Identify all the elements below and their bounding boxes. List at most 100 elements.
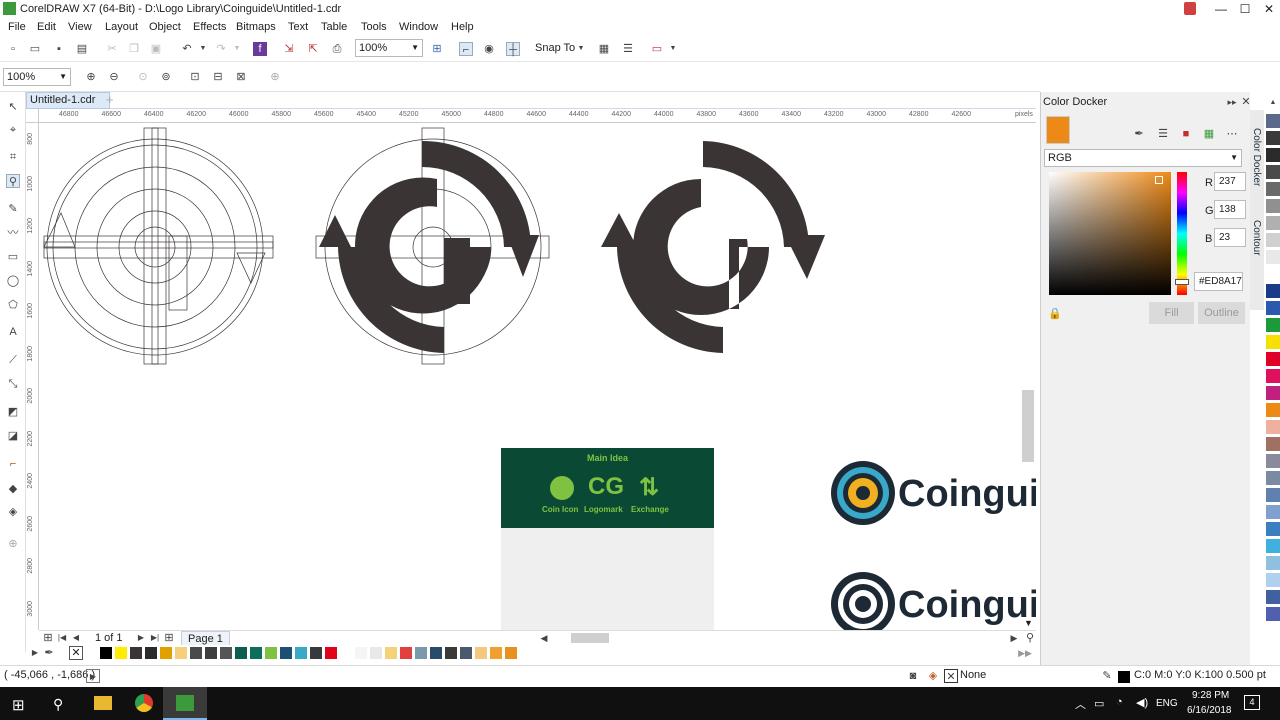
palette-swatch[interactable] bbox=[1266, 403, 1280, 417]
undo-dropdown-icon[interactable]: ▼ bbox=[196, 42, 210, 56]
menu-text[interactable]: Text bbox=[288, 21, 308, 33]
palette-swatch[interactable] bbox=[444, 646, 458, 660]
cut-icon[interactable]: ✂ bbox=[105, 42, 119, 56]
maximize-button[interactable]: ☐ bbox=[1232, 0, 1258, 18]
color-docker-tab[interactable]: Color Docker bbox=[1251, 128, 1262, 186]
next-page-icon[interactable]: ▶ bbox=[134, 631, 148, 645]
publish-pdf-icon[interactable]: ⎙ bbox=[330, 42, 344, 56]
new-document-icon[interactable]: ▫ bbox=[6, 42, 20, 56]
color-sliders-icon[interactable]: ☰ bbox=[1156, 127, 1170, 141]
palette-swatch[interactable] bbox=[1266, 573, 1280, 587]
menu-view[interactable]: View bbox=[68, 21, 92, 33]
smart-fill-tool-icon[interactable]: ◈ bbox=[6, 505, 20, 519]
palette-swatch[interactable] bbox=[1266, 505, 1280, 519]
clock-time[interactable]: 9:28 PM bbox=[1192, 690, 1229, 701]
zoom-level-select[interactable]: 100% ▼ bbox=[355, 39, 423, 57]
palette-swatch[interactable] bbox=[1266, 488, 1280, 502]
document-tab[interactable]: Untitled-1.cdr bbox=[26, 92, 110, 109]
color-eyedropper-tool-icon[interactable]: ⌐ bbox=[6, 457, 20, 471]
no-fill-swatch-icon[interactable]: ✕ bbox=[944, 669, 958, 683]
outline-pen-icon[interactable]: ✎ bbox=[1100, 669, 1114, 683]
pick-tool-icon[interactable]: ↖ bbox=[6, 100, 20, 114]
palette-swatch[interactable] bbox=[99, 646, 113, 660]
add-tool-icon[interactable]: ⊕ bbox=[6, 537, 20, 551]
palette-swatch[interactable] bbox=[1266, 522, 1280, 536]
navigator-zoom-icon[interactable]: ⚲ bbox=[1023, 631, 1037, 645]
color-model-select[interactable]: RGB ▼ bbox=[1044, 149, 1242, 167]
picker-handle[interactable] bbox=[1155, 176, 1163, 184]
minimize-button[interactable]: — bbox=[1208, 0, 1234, 18]
windows-start-icon[interactable]: ⊞ bbox=[12, 696, 25, 714]
scroll-right-icon[interactable]: ▶ bbox=[1007, 631, 1021, 645]
last-page-icon[interactable]: ▶| bbox=[148, 631, 162, 645]
zoom-to-selected-icon[interactable]: ⊙ bbox=[136, 70, 150, 84]
palette-swatch[interactable] bbox=[1266, 199, 1280, 213]
r-input[interactable]: 237 bbox=[1214, 172, 1246, 191]
paste-icon[interactable]: ▣ bbox=[149, 42, 163, 56]
palette-swatch[interactable] bbox=[264, 646, 278, 660]
palette-swatch[interactable] bbox=[414, 646, 428, 660]
lock-icon[interactable]: 🔒 bbox=[1048, 307, 1062, 321]
palette-swatch[interactable] bbox=[1266, 301, 1280, 315]
palette-swatch[interactable] bbox=[1266, 437, 1280, 451]
palette-swatch[interactable] bbox=[189, 646, 203, 660]
palette-swatch[interactable] bbox=[1266, 318, 1280, 332]
palette-swatch[interactable] bbox=[1266, 284, 1280, 298]
eyedropper-icon[interactable]: ✒ bbox=[1132, 127, 1146, 141]
full-screen-preview-icon[interactable]: ⊞ bbox=[430, 42, 444, 56]
palette-swatch[interactable] bbox=[1266, 539, 1280, 553]
snap-to-dropdown-icon[interactable]: ▼ bbox=[574, 42, 588, 56]
chrome-icon[interactable] bbox=[135, 694, 153, 712]
redo-dropdown-icon[interactable]: ▼ bbox=[230, 42, 244, 56]
palette-swatch[interactable] bbox=[429, 646, 443, 660]
zoom-levels-select[interactable]: 100% ▼ bbox=[3, 68, 71, 86]
palette-swatch[interactable] bbox=[1266, 131, 1280, 145]
import-icon[interactable]: ⇲ bbox=[282, 42, 296, 56]
artistic-media-tool-icon[interactable]: 〰 bbox=[6, 226, 20, 240]
options-icon[interactable]: ▦ bbox=[597, 42, 611, 56]
zoom-to-all-objects-icon[interactable]: ⊚ bbox=[159, 70, 173, 84]
first-page-icon[interactable]: |◀ bbox=[55, 631, 69, 645]
palette-swatch[interactable] bbox=[324, 646, 338, 660]
palette-swatch[interactable] bbox=[384, 646, 398, 660]
network-icon[interactable]: ◔ bbox=[1116, 696, 1123, 708]
zoom-to-page-icon[interactable]: ⊡ bbox=[188, 70, 202, 84]
palette-swatch[interactable] bbox=[1266, 216, 1280, 230]
hue-slider-handle[interactable] bbox=[1175, 279, 1189, 285]
palette-swatch[interactable] bbox=[114, 646, 128, 660]
palette-swatch[interactable] bbox=[399, 646, 413, 660]
rectangle-tool-icon[interactable]: ▭ bbox=[6, 250, 20, 264]
vertical-ruler[interactable]: 800 1000 1200 1400 1600 1800 2000 2200 2400 2600 2… bbox=[26, 123, 39, 630]
outline-button[interactable]: Outline bbox=[1198, 302, 1245, 324]
add-tab-button[interactable]: + bbox=[106, 92, 114, 107]
drawing-canvas[interactable]: Main Idea CG ⇅ Coin Icon Logomark Exchan… bbox=[39, 123, 1036, 630]
palette-swatch[interactable] bbox=[369, 646, 383, 660]
menu-layout[interactable]: Layout bbox=[105, 21, 138, 33]
zoom-out-icon[interactable]: ⊖ bbox=[107, 70, 121, 84]
palette-swatch[interactable] bbox=[1266, 165, 1280, 179]
menu-file[interactable]: File bbox=[8, 21, 26, 33]
user-icon[interactable] bbox=[1184, 2, 1196, 15]
palette-swatch[interactable] bbox=[489, 646, 503, 660]
palette-swatch[interactable] bbox=[234, 646, 248, 660]
zoom-to-height-icon[interactable]: ⊠ bbox=[234, 70, 248, 84]
fill-bucket-icon[interactable]: ◈ bbox=[926, 669, 940, 683]
docker-close-icon[interactable]: ✕ bbox=[1239, 95, 1253, 109]
palette-swatch[interactable] bbox=[249, 646, 263, 660]
open-icon[interactable]: ▭ bbox=[28, 42, 42, 56]
undo-icon[interactable]: ↶ bbox=[180, 42, 194, 56]
palette-swatch[interactable] bbox=[1266, 607, 1280, 621]
menu-object[interactable]: Object bbox=[149, 21, 181, 33]
b-input[interactable]: 23 bbox=[1214, 228, 1246, 247]
crop-tool-icon[interactable]: ⌗ bbox=[6, 150, 20, 164]
palette-swatch[interactable] bbox=[1266, 420, 1280, 434]
palette-swatch[interactable] bbox=[1266, 148, 1280, 162]
polygon-tool-icon[interactable]: ⬠ bbox=[6, 298, 20, 312]
palette-scroll-up-icon[interactable]: ▲ bbox=[1266, 96, 1280, 110]
palette-swatch[interactable] bbox=[339, 646, 353, 660]
palette-swatch[interactable] bbox=[1266, 556, 1280, 570]
application-launcher-icon[interactable]: ☰ bbox=[621, 42, 635, 56]
add-icon[interactable]: ⊕ bbox=[268, 70, 282, 84]
g-input[interactable]: 138 bbox=[1214, 200, 1246, 219]
palette-swatch[interactable] bbox=[279, 646, 293, 660]
